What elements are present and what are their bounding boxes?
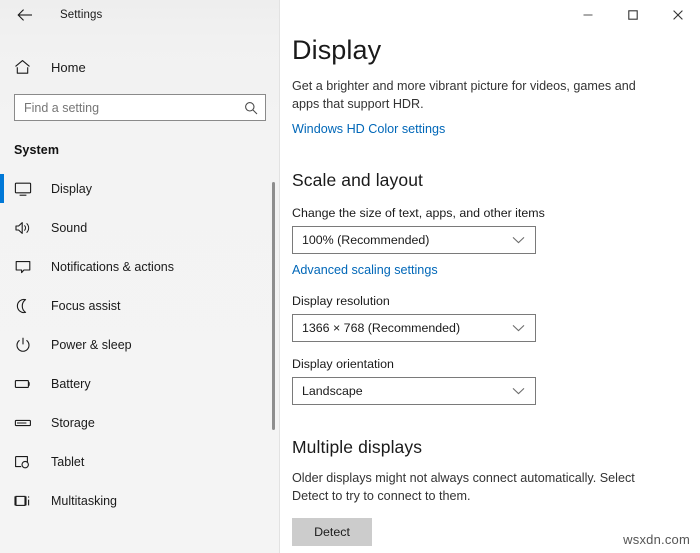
sidebar-item-focus-assist[interactable]: Focus assist (0, 286, 280, 325)
sidebar-titlebar: Settings (0, 0, 280, 30)
resolution-field-label: Display resolution (292, 294, 390, 309)
tablet-icon (14, 454, 36, 470)
page-title: Display (292, 35, 382, 65)
sidebar-item-sound[interactable]: Sound (0, 208, 280, 247)
scale-dropdown-value: 100% (Recommended) (302, 233, 430, 248)
watermark: wsxdn.com (623, 532, 690, 547)
detect-button[interactable]: Detect (292, 517, 372, 546)
multiple-displays-heading: Multiple displays (292, 437, 423, 458)
sidebar-item-label: Sound (51, 220, 88, 235)
sidebar-item-label: Power & sleep (51, 337, 132, 352)
orientation-field-label: Display orientation (292, 357, 394, 372)
sidebar-item-notifications[interactable]: Notifications & actions (0, 247, 280, 286)
orientation-dropdown[interactable]: Landscape (292, 377, 536, 406)
sidebar: Settings Home System (0, 0, 280, 553)
sidebar-item-display[interactable]: Display (0, 169, 280, 208)
storage-icon (14, 415, 36, 431)
sidebar-item-multitasking[interactable]: Multitasking (0, 481, 280, 520)
multiple-displays-description: Older displays might not always connect … (292, 471, 635, 504)
home-icon (14, 59, 36, 75)
notification-icon (14, 259, 36, 275)
minimize-button[interactable] (565, 0, 610, 30)
hdr-description: Get a brighter and more vibrant picture … (292, 78, 636, 111)
sidebar-item-label: Tablet (51, 454, 85, 469)
sidebar-item-label: Display (51, 181, 92, 196)
maximize-button[interactable] (610, 0, 655, 30)
app-title: Settings (60, 9, 103, 21)
search-icon[interactable] (244, 101, 258, 115)
sidebar-item-battery[interactable]: Battery (0, 364, 280, 403)
sidebar-item-storage[interactable]: Storage (0, 403, 280, 442)
sidebar-item-label: Focus assist (51, 298, 121, 313)
resolution-dropdown-value: 1366 × 768 (Recommended) (302, 321, 461, 336)
home-label: Home (51, 59, 86, 75)
main-content: Display Get a brighter and more vibrant … (280, 0, 700, 553)
sidebar-item-label: Battery (51, 376, 91, 391)
window-controls (280, 0, 700, 30)
settings-window: Settings Home System (0, 0, 700, 553)
orientation-dropdown-value: Landscape (302, 384, 363, 399)
back-button[interactable] (12, 4, 38, 26)
display-settings-panel: Display Get a brighter and more vibrant … (280, 35, 700, 546)
sidebar-scrollbar[interactable] (272, 182, 275, 430)
scale-dropdown[interactable]: 100% (Recommended) (292, 226, 536, 255)
power-icon (14, 337, 36, 353)
chevron-down-icon (512, 387, 525, 395)
sidebar-item-label: Storage (51, 415, 95, 430)
close-button[interactable] (655, 0, 700, 30)
resolution-dropdown[interactable]: 1366 × 768 (Recommended) (292, 314, 536, 343)
scale-field-label: Change the size of text, apps, and other… (292, 206, 545, 221)
search-box[interactable] (14, 94, 266, 121)
search-input[interactable] (15, 95, 265, 120)
sidebar-item-home[interactable]: Home (0, 50, 280, 84)
moon-icon (14, 298, 36, 314)
chevron-down-icon (512, 236, 525, 244)
sidebar-item-label: Notifications & actions (51, 259, 174, 274)
sidebar-item-power-sleep[interactable]: Power & sleep (0, 325, 280, 364)
advanced-scaling-settings-link[interactable]: Advanced scaling settings (292, 263, 438, 277)
selected-accent-bar (0, 174, 4, 203)
battery-icon (14, 376, 36, 392)
sidebar-section-system: System (14, 143, 60, 157)
sidebar-nav-list: Display Sound Notifications & actions Fo… (0, 169, 280, 520)
speaker-icon (14, 220, 36, 236)
sidebar-item-tablet[interactable]: Tablet (0, 442, 280, 481)
windows-hd-color-settings-link[interactable]: Windows HD Color settings (292, 122, 445, 136)
monitor-icon (14, 181, 36, 197)
multitasking-icon (14, 493, 36, 509)
chevron-down-icon (512, 324, 525, 332)
sidebar-item-label: Multitasking (51, 493, 117, 508)
scale-and-layout-heading: Scale and layout (292, 170, 423, 191)
